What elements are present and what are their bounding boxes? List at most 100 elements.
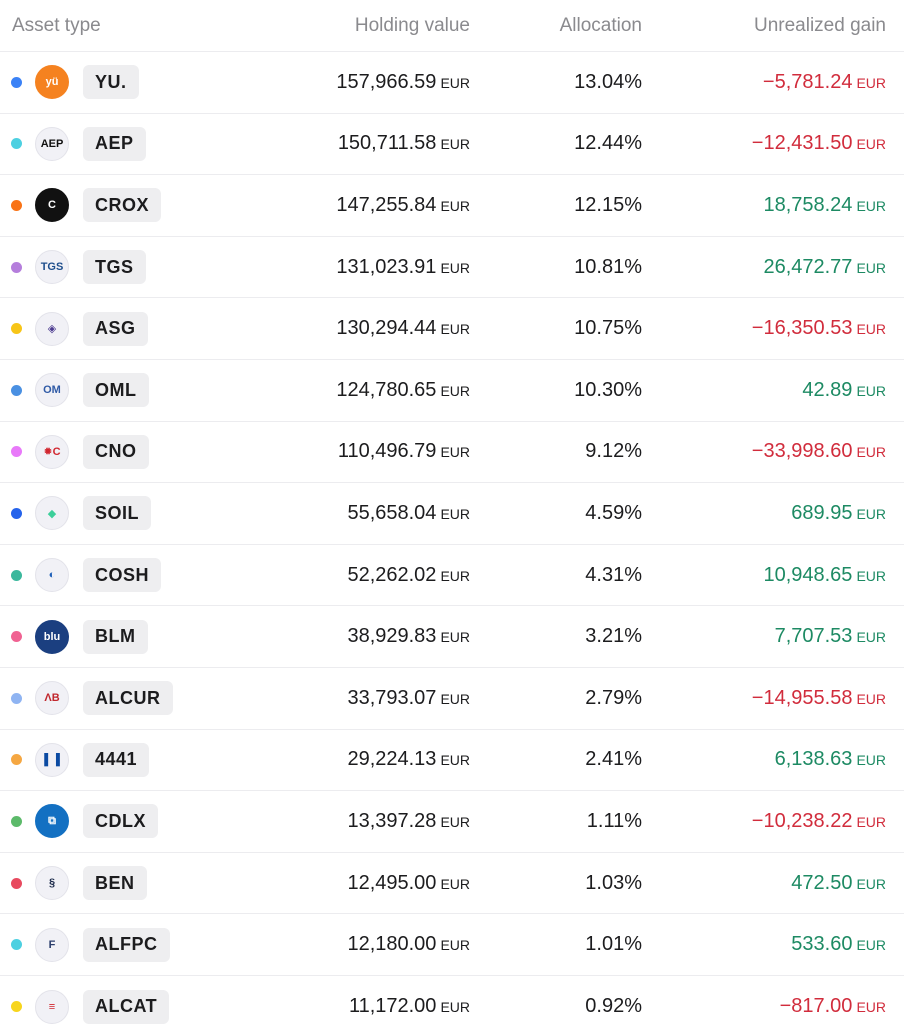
- column-header-holding-value[interactable]: Holding value: [230, 15, 470, 37]
- ticker-badge[interactable]: OML: [83, 373, 149, 408]
- table-row-cdlx[interactable]: ⧉ CDLX 13,397.28 EUR 1.11% −10,238.22 EUR: [0, 791, 904, 853]
- column-header-unrealized-gain[interactable]: Unrealized gain: [642, 15, 886, 37]
- asset-cell: ◆ SOIL: [0, 496, 230, 531]
- ticker-badge[interactable]: CNO: [83, 434, 149, 469]
- color-dot: [11, 754, 22, 766]
- holding-value-cell: 130,294.44 EUR: [230, 317, 470, 340]
- ticker-badge[interactable]: YU.: [83, 65, 139, 100]
- unrealized-gain-cell: 42.89 EUR: [642, 379, 886, 402]
- table-row-alcat[interactable]: ≡ ALCAT 11,172.00 EUR 0.92% −817.00 EUR: [0, 976, 904, 1036]
- unrealized-gain-cell: 6,138.63 EUR: [642, 748, 886, 771]
- holding-value-amount: 147,255.84: [336, 193, 437, 216]
- currency-label: EUR: [440, 136, 470, 153]
- gain-amount: 6,138.63: [774, 748, 853, 771]
- unrealized-gain-cell: 7,707.53 EUR: [642, 625, 886, 648]
- table-row-alfpc[interactable]: F ALFPC 12,180.00 EUR 1.01% 533.60 EUR: [0, 914, 904, 976]
- ticker-badge[interactable]: 4441: [83, 742, 150, 777]
- holding-value-amount: 12,495.00: [347, 871, 437, 894]
- currency-label: EUR: [440, 259, 470, 276]
- gain-amount: −5,781.24: [762, 70, 853, 93]
- ticker-badge[interactable]: ASG: [83, 311, 148, 346]
- ticker-badge[interactable]: CDLX: [83, 804, 158, 839]
- holding-value-amount: 110,496.79: [337, 440, 437, 463]
- gain-amount: 18,758.24: [763, 193, 853, 216]
- table-row-cno[interactable]: ✹C CNO 110,496.79 EUR 9.12% −33,998.60 EUR: [0, 422, 904, 484]
- currency-label: EUR: [440, 74, 470, 91]
- color-dot: [11, 199, 22, 211]
- table-body: yü YU. 157,966.59 EUR 13.04% −5,781.24 EUR…: [0, 52, 904, 1036]
- table-row-alcur[interactable]: ΛB ALCUR 33,793.07 EUR 2.79% −14,955.58 EU…: [0, 668, 904, 730]
- color-dot: [11, 76, 22, 88]
- table-row-crox[interactable]: C CROX 147,255.84 EUR 12.15% 18,758.24 EUR: [0, 175, 904, 237]
- column-header-asset-type[interactable]: Asset type: [0, 15, 230, 37]
- holding-value-cell: 11,172.00 EUR: [230, 995, 470, 1018]
- holding-value-cell: 150,711.58 EUR: [230, 132, 470, 155]
- asset-cell: C CROX: [0, 188, 230, 223]
- asset-cell: § BEN: [0, 866, 230, 901]
- table-row-tgs[interactable]: TGS TGS 131,023.91 EUR 10.81% 26,472.77 EU…: [0, 237, 904, 299]
- ticker-badge[interactable]: ALCAT: [83, 989, 170, 1024]
- table-row-yu[interactable]: yü YU. 157,966.59 EUR 13.04% −5,781.24 EUR: [0, 52, 904, 114]
- unrealized-gain-cell: 472.50 EUR: [642, 872, 886, 895]
- column-header-allocation[interactable]: Allocation: [470, 15, 642, 37]
- gain-amount: −14,955.58: [751, 686, 853, 709]
- gain-amount: −10,238.22: [751, 809, 853, 832]
- holding-value-cell: 110,496.79 EUR: [230, 440, 470, 463]
- crox-logo-icon: C: [35, 188, 69, 223]
- cdlx-logo-icon: ⧉: [35, 804, 69, 839]
- allocation-cell: 12.15%: [574, 193, 642, 216]
- holding-value-amount: 11,172.00: [348, 995, 437, 1018]
- ticker-badge[interactable]: CROX: [83, 188, 162, 223]
- holding-value-amount: 55,658.04: [347, 501, 437, 524]
- gain-amount: 42.89: [802, 378, 853, 401]
- holding-value-amount: 150,711.58: [337, 132, 437, 155]
- gain-amount: 689.95: [791, 501, 853, 524]
- currency-label: EUR: [856, 813, 886, 830]
- currency-label: EUR: [856, 505, 886, 522]
- holdings-table: Asset type Holding value Allocation Unre…: [0, 0, 904, 1036]
- cosh-logo-icon: ◐: [35, 558, 69, 593]
- color-dot: [11, 1001, 22, 1013]
- asset-cell: OM OML: [0, 373, 230, 408]
- ticker-badge[interactable]: AEP: [83, 126, 146, 161]
- table-row-blm[interactable]: blu BLM 38,929.83 EUR 3.21% 7,707.53 EUR: [0, 606, 904, 668]
- currency-label: EUR: [440, 752, 470, 769]
- holding-value-amount: 52,262.02: [347, 563, 437, 586]
- alcur-logo-icon: ΛB: [35, 681, 69, 716]
- ticker-badge[interactable]: TGS: [83, 250, 146, 285]
- ticker-badge[interactable]: ALCUR: [83, 681, 173, 716]
- holding-value-cell: 157,966.59 EUR: [230, 71, 470, 94]
- gain-amount: 7,707.53: [774, 625, 853, 648]
- gain-amount: 533.60: [791, 933, 853, 956]
- currency-label: EUR: [856, 382, 886, 399]
- table-row-soil[interactable]: ◆ SOIL 55,658.04 EUR 4.59% 689.95 EUR: [0, 483, 904, 545]
- ticker-badge[interactable]: ALFPC: [83, 927, 170, 962]
- ticker-badge[interactable]: COSH: [83, 558, 162, 593]
- allocation-cell: 13.04%: [574, 70, 642, 93]
- allocation-cell: 1.03%: [585, 871, 642, 894]
- table-row-oml[interactable]: OM OML 124,780.65 EUR 10.30% 42.89 EUR: [0, 360, 904, 422]
- table-row-cosh[interactable]: ◐ COSH 52,262.02 EUR 4.31% 10,948.65 EUR: [0, 545, 904, 607]
- unrealized-gain-cell: 18,758.24 EUR: [642, 194, 886, 217]
- asset-cell: AEP AEP: [0, 126, 230, 161]
- color-dot: [11, 507, 22, 519]
- currency-label: EUR: [856, 321, 886, 338]
- table-row-asg[interactable]: ◈ ASG 130,294.44 EUR 10.75% −16,350.53 EUR: [0, 298, 904, 360]
- currency-label: EUR: [856, 444, 886, 461]
- ticker-badge[interactable]: BEN: [83, 866, 147, 901]
- cno-logo-icon: ✹C: [35, 434, 69, 469]
- soil-logo-icon: ◆: [35, 496, 69, 531]
- gain-amount: 10,948.65: [763, 563, 853, 586]
- currency-label: EUR: [440, 629, 470, 646]
- ticker-badge[interactable]: SOIL: [83, 496, 152, 531]
- asset-cell: blu BLM: [0, 619, 230, 654]
- table-row-ben[interactable]: § BEN 12,495.00 EUR 1.03% 472.50 EUR: [0, 853, 904, 915]
- table-row-aep[interactable]: AEP AEP 150,711.58 EUR 12.44% −12,431.50 E…: [0, 114, 904, 176]
- currency-label: EUR: [856, 74, 886, 91]
- ticker-badge[interactable]: BLM: [83, 619, 148, 654]
- table-row-4441[interactable]: ▌▐ 4441 29,224.13 EUR 2.41% 6,138.63 EUR: [0, 730, 904, 792]
- color-dot: [11, 446, 22, 458]
- allocation-cell: 12.44%: [574, 132, 642, 155]
- allocation-cell: 1.01%: [585, 933, 642, 956]
- holding-value-amount: 157,966.59: [336, 70, 437, 93]
